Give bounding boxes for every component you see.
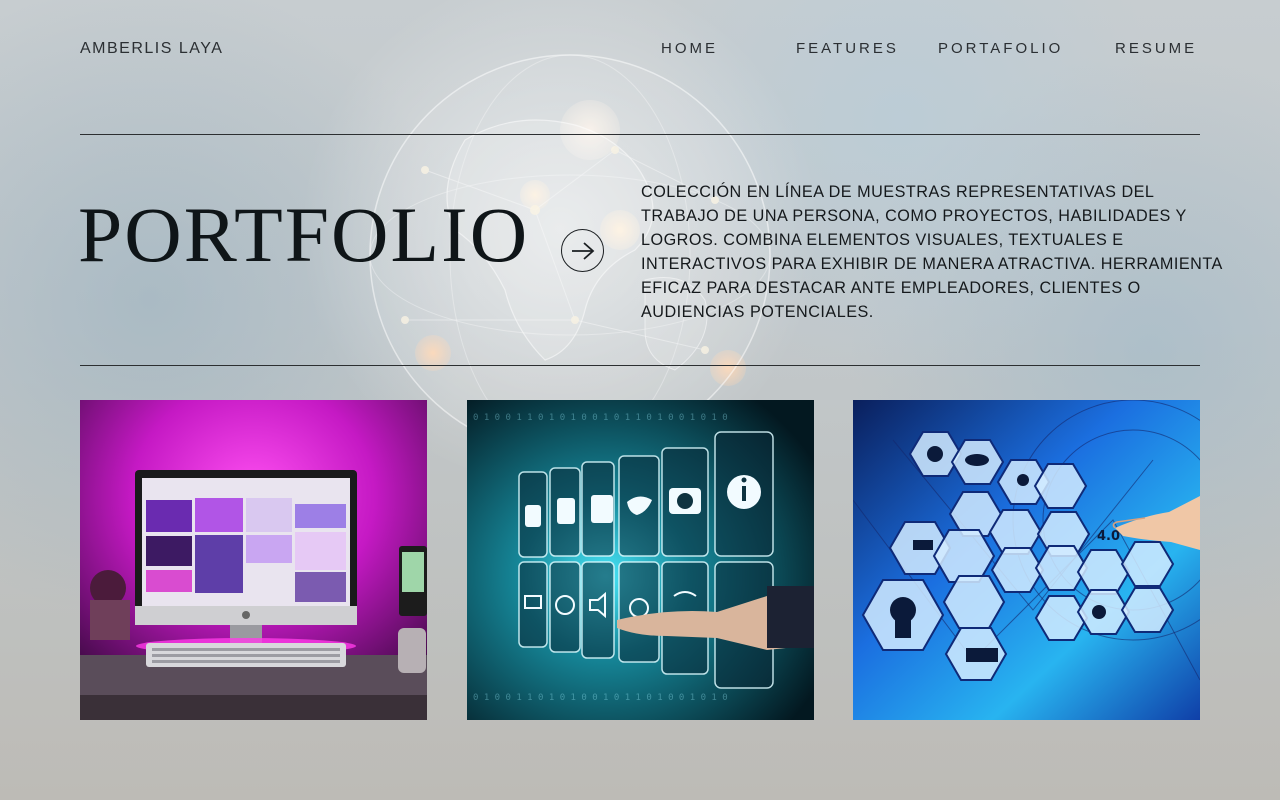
binary-text: 0 1 0 0 1 1 0 1 0 1 0 0 1 0 1 1 0 1 0 0 … bbox=[473, 693, 728, 703]
binary-text: 0 1 0 0 1 1 0 1 0 1 0 0 1 0 1 1 0 1 0 0 … bbox=[473, 413, 728, 423]
nav-item-portafolio[interactable]: PORTAFOLIO bbox=[938, 40, 1063, 57]
gallery-image-desktop[interactable] bbox=[80, 400, 427, 720]
nav-item-resume[interactable]: RESUME bbox=[1115, 40, 1197, 57]
desktop-computer-image bbox=[80, 400, 427, 720]
nav-item-features[interactable]: FEATURES bbox=[796, 40, 899, 57]
main-nav: HOME FEATURES PORTAFOLIO RESUME bbox=[0, 40, 1280, 60]
page-title: PORTFOLIO bbox=[78, 191, 530, 278]
portfolio-description: COLECCIÓN EN LÍNEA DE MUESTRAS REPRESENT… bbox=[641, 183, 1222, 321]
industry-hexagon-image: 4.0 bbox=[853, 400, 1200, 720]
gallery-image-industry[interactable]: 4.0 bbox=[853, 400, 1200, 720]
background-glow bbox=[560, 100, 620, 160]
background-glow bbox=[600, 210, 640, 250]
industry-4-0-label: 4.0 bbox=[1097, 529, 1120, 544]
background-glow bbox=[710, 350, 746, 386]
divider-bottom bbox=[80, 365, 1200, 366]
next-arrow-button[interactable] bbox=[561, 229, 604, 272]
gallery-image-social-media[interactable]: 0 1 0 0 1 1 0 1 0 1 0 0 1 0 1 1 0 1 0 0 … bbox=[467, 400, 814, 720]
arrow-right-icon bbox=[571, 241, 594, 260]
nav-item-home[interactable]: HOME bbox=[661, 40, 718, 57]
social-media-touchscreen-image: 0 1 0 0 1 1 0 1 0 1 0 0 1 0 1 1 0 1 0 0 … bbox=[467, 400, 814, 720]
divider-top bbox=[80, 134, 1200, 135]
